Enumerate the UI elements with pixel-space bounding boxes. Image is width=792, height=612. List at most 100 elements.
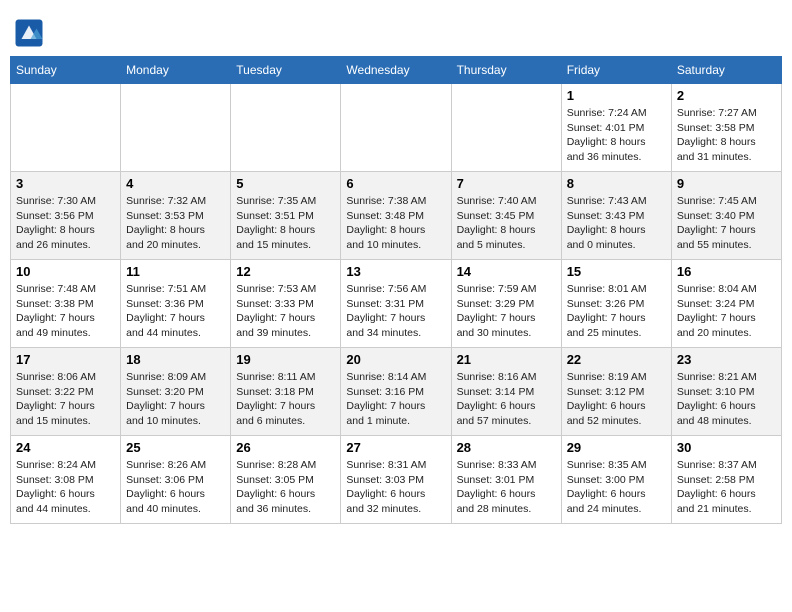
day-info: Sunrise: 7:24 AM Sunset: 4:01 PM Dayligh… xyxy=(567,106,666,165)
day-info: Sunrise: 7:53 AM Sunset: 3:33 PM Dayligh… xyxy=(236,282,335,341)
calendar-header-row: SundayMondayTuesdayWednesdayThursdayFrid… xyxy=(11,57,782,84)
calendar-cell: 4 Sunrise: 7:32 AM Sunset: 3:53 PM Daylig… xyxy=(121,172,231,260)
day-number: 25 xyxy=(126,440,225,455)
day-number: 14 xyxy=(457,264,556,279)
day-number: 3 xyxy=(16,176,115,191)
calendar-cell: 6 Sunrise: 7:38 AM Sunset: 3:48 PM Daylig… xyxy=(341,172,451,260)
day-info: Sunrise: 8:16 AM Sunset: 3:14 PM Dayligh… xyxy=(457,370,556,429)
day-number: 6 xyxy=(346,176,445,191)
day-info: Sunrise: 7:38 AM Sunset: 3:48 PM Dayligh… xyxy=(346,194,445,253)
calendar-cell: 17 Sunrise: 8:06 AM Sunset: 3:22 PM Dayli… xyxy=(11,348,121,436)
calendar-cell: 24 Sunrise: 8:24 AM Sunset: 3:08 PM Dayli… xyxy=(11,436,121,524)
calendar-cell xyxy=(121,84,231,172)
day-number: 12 xyxy=(236,264,335,279)
day-number: 29 xyxy=(567,440,666,455)
calendar-cell: 22 Sunrise: 8:19 AM Sunset: 3:12 PM Dayli… xyxy=(561,348,671,436)
day-info: Sunrise: 7:59 AM Sunset: 3:29 PM Dayligh… xyxy=(457,282,556,341)
calendar-cell: 3 Sunrise: 7:30 AM Sunset: 3:56 PM Daylig… xyxy=(11,172,121,260)
day-info: Sunrise: 7:56 AM Sunset: 3:31 PM Dayligh… xyxy=(346,282,445,341)
calendar-week-1: 1 Sunrise: 7:24 AM Sunset: 4:01 PM Daylig… xyxy=(11,84,782,172)
day-number: 19 xyxy=(236,352,335,367)
calendar-cell: 14 Sunrise: 7:59 AM Sunset: 3:29 PM Dayli… xyxy=(451,260,561,348)
day-info: Sunrise: 8:09 AM Sunset: 3:20 PM Dayligh… xyxy=(126,370,225,429)
day-info: Sunrise: 8:06 AM Sunset: 3:22 PM Dayligh… xyxy=(16,370,115,429)
header-wednesday: Wednesday xyxy=(341,57,451,84)
day-number: 10 xyxy=(16,264,115,279)
calendar-cell: 2 Sunrise: 7:27 AM Sunset: 3:58 PM Daylig… xyxy=(671,84,781,172)
day-info: Sunrise: 7:35 AM Sunset: 3:51 PM Dayligh… xyxy=(236,194,335,253)
day-info: Sunrise: 7:51 AM Sunset: 3:36 PM Dayligh… xyxy=(126,282,225,341)
day-info: Sunrise: 7:40 AM Sunset: 3:45 PM Dayligh… xyxy=(457,194,556,253)
calendar-cell: 11 Sunrise: 7:51 AM Sunset: 3:36 PM Dayli… xyxy=(121,260,231,348)
day-number: 18 xyxy=(126,352,225,367)
header-friday: Friday xyxy=(561,57,671,84)
calendar-cell: 19 Sunrise: 8:11 AM Sunset: 3:18 PM Dayli… xyxy=(231,348,341,436)
day-number: 21 xyxy=(457,352,556,367)
logo-icon xyxy=(14,18,44,48)
calendar-cell xyxy=(231,84,341,172)
calendar-cell: 27Sunrise: 8:31 AM Sunset: 3:03 PM Dayli… xyxy=(341,436,451,524)
day-number: 20 xyxy=(346,352,445,367)
calendar-cell: 16 Sunrise: 8:04 AM Sunset: 3:24 PM Dayli… xyxy=(671,260,781,348)
day-number: 27 xyxy=(346,440,445,455)
calendar-week-5: 24 Sunrise: 8:24 AM Sunset: 3:08 PM Dayli… xyxy=(11,436,782,524)
calendar-cell: 25Sunrise: 8:26 AM Sunset: 3:06 PM Dayli… xyxy=(121,436,231,524)
day-info: Sunrise: 7:43 AM Sunset: 3:43 PM Dayligh… xyxy=(567,194,666,253)
day-number: 13 xyxy=(346,264,445,279)
day-info: Sunrise: 8:35 AM Sunset: 3:00 PM Dayligh… xyxy=(567,458,666,517)
day-number: 26 xyxy=(236,440,335,455)
calendar-cell: 7 Sunrise: 7:40 AM Sunset: 3:45 PM Daylig… xyxy=(451,172,561,260)
calendar-cell: 15Sunrise: 8:01 AM Sunset: 3:26 PM Dayli… xyxy=(561,260,671,348)
day-number: 30 xyxy=(677,440,776,455)
calendar-week-4: 17 Sunrise: 8:06 AM Sunset: 3:22 PM Dayli… xyxy=(11,348,782,436)
day-info: Sunrise: 8:11 AM Sunset: 3:18 PM Dayligh… xyxy=(236,370,335,429)
page-header xyxy=(10,10,782,48)
header-tuesday: Tuesday xyxy=(231,57,341,84)
calendar-table: SundayMondayTuesdayWednesdayThursdayFrid… xyxy=(10,56,782,524)
calendar-cell: 10Sunrise: 7:48 AM Sunset: 3:38 PM Dayli… xyxy=(11,260,121,348)
calendar-cell: 1 Sunrise: 7:24 AM Sunset: 4:01 PM Daylig… xyxy=(561,84,671,172)
calendar-cell: 26 Sunrise: 8:28 AM Sunset: 3:05 PM Dayli… xyxy=(231,436,341,524)
day-number: 11 xyxy=(126,264,225,279)
day-number: 17 xyxy=(16,352,115,367)
calendar-cell: 13 Sunrise: 7:56 AM Sunset: 3:31 PM Dayli… xyxy=(341,260,451,348)
calendar-cell: 29 Sunrise: 8:35 AM Sunset: 3:00 PM Dayli… xyxy=(561,436,671,524)
calendar-week-3: 10Sunrise: 7:48 AM Sunset: 3:38 PM Dayli… xyxy=(11,260,782,348)
day-number: 24 xyxy=(16,440,115,455)
day-number: 4 xyxy=(126,176,225,191)
day-number: 22 xyxy=(567,352,666,367)
calendar-cell: 23Sunrise: 8:21 AM Sunset: 3:10 PM Dayli… xyxy=(671,348,781,436)
calendar-cell: 9 Sunrise: 7:45 AM Sunset: 3:40 PM Daylig… xyxy=(671,172,781,260)
day-info: Sunrise: 7:32 AM Sunset: 3:53 PM Dayligh… xyxy=(126,194,225,253)
day-info: Sunrise: 8:24 AM Sunset: 3:08 PM Dayligh… xyxy=(16,458,115,517)
header-sunday: Sunday xyxy=(11,57,121,84)
day-info: Sunrise: 8:01 AM Sunset: 3:26 PM Dayligh… xyxy=(567,282,666,341)
header-thursday: Thursday xyxy=(451,57,561,84)
calendar-week-2: 3 Sunrise: 7:30 AM Sunset: 3:56 PM Daylig… xyxy=(11,172,782,260)
day-number: 1 xyxy=(567,88,666,103)
calendar-cell: 20 Sunrise: 8:14 AM Sunset: 3:16 PM Dayli… xyxy=(341,348,451,436)
day-number: 2 xyxy=(677,88,776,103)
logo xyxy=(14,18,48,48)
day-info: Sunrise: 8:33 AM Sunset: 3:01 PM Dayligh… xyxy=(457,458,556,517)
day-number: 7 xyxy=(457,176,556,191)
calendar-cell xyxy=(11,84,121,172)
day-info: Sunrise: 8:37 AM Sunset: 2:58 PM Dayligh… xyxy=(677,458,776,517)
day-info: Sunrise: 8:04 AM Sunset: 3:24 PM Dayligh… xyxy=(677,282,776,341)
day-info: Sunrise: 8:19 AM Sunset: 3:12 PM Dayligh… xyxy=(567,370,666,429)
day-info: Sunrise: 7:45 AM Sunset: 3:40 PM Dayligh… xyxy=(677,194,776,253)
calendar-cell: 30 Sunrise: 8:37 AM Sunset: 2:58 PM Dayli… xyxy=(671,436,781,524)
day-info: Sunrise: 8:14 AM Sunset: 3:16 PM Dayligh… xyxy=(346,370,445,429)
day-number: 16 xyxy=(677,264,776,279)
calendar-cell: 8Sunrise: 7:43 AM Sunset: 3:43 PM Daylig… xyxy=(561,172,671,260)
day-number: 28 xyxy=(457,440,556,455)
day-number: 23 xyxy=(677,352,776,367)
calendar-cell: 18 Sunrise: 8:09 AM Sunset: 3:20 PM Dayli… xyxy=(121,348,231,436)
day-info: Sunrise: 7:27 AM Sunset: 3:58 PM Dayligh… xyxy=(677,106,776,165)
day-info: Sunrise: 7:30 AM Sunset: 3:56 PM Dayligh… xyxy=(16,194,115,253)
calendar-cell: 28 Sunrise: 8:33 AM Sunset: 3:01 PM Dayli… xyxy=(451,436,561,524)
day-number: 9 xyxy=(677,176,776,191)
day-info: Sunrise: 8:28 AM Sunset: 3:05 PM Dayligh… xyxy=(236,458,335,517)
calendar-cell xyxy=(341,84,451,172)
header-saturday: Saturday xyxy=(671,57,781,84)
